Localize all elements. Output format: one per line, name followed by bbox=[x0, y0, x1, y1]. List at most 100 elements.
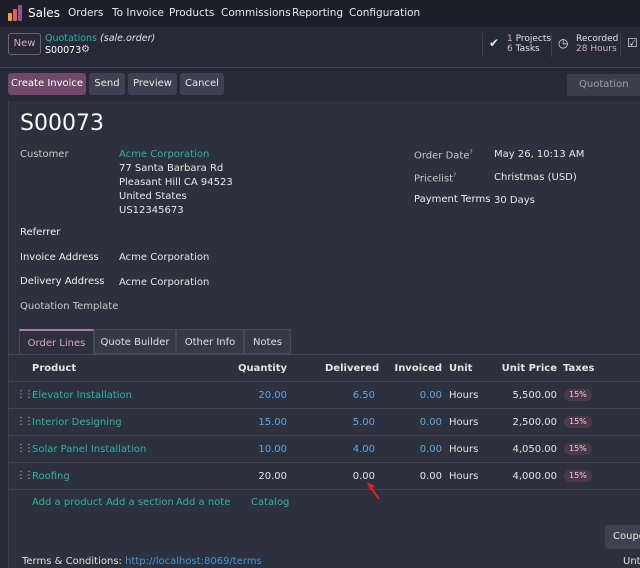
add-note-link[interactable]: Add a note bbox=[176, 497, 230, 508]
arrow-head bbox=[367, 482, 375, 490]
tasks-label: Tasks bbox=[515, 44, 540, 54]
address-line1: 77 Santa Barbara Rd bbox=[119, 163, 224, 174]
tax-badge[interactable]: 15% bbox=[564, 470, 592, 482]
terms-conditions: Terms & Conditions: http://localhost:806… bbox=[22, 556, 262, 567]
breadcrumb: Quotations (sale.order) bbox=[45, 33, 155, 44]
drag-handle-icon[interactable]: ⋮⋮ bbox=[16, 470, 34, 481]
order-lines-table: Product Quantity Delivered Invoiced Unit… bbox=[9, 354, 640, 490]
catalog-link[interactable]: Catalog bbox=[251, 497, 289, 508]
drag-handle-icon[interactable]: ⋮⋮ bbox=[16, 443, 34, 454]
add-product-link[interactable]: Add a product bbox=[32, 497, 102, 508]
pricelist-field[interactable]: Christmas (USD) bbox=[494, 172, 577, 183]
quantity-cell[interactable]: 20.00 bbox=[237, 390, 287, 401]
cancel-button[interactable]: Cancel bbox=[180, 73, 224, 95]
order-date-field[interactable]: May 26, 10:13 AM bbox=[494, 149, 584, 160]
sales-app-logo-icon[interactable] bbox=[8, 5, 22, 21]
send-button[interactable]: Send bbox=[89, 73, 125, 95]
delivered-cell[interactable]: 6.50 bbox=[325, 390, 375, 401]
tab-notes[interactable]: Notes bbox=[244, 329, 291, 354]
control-panel: New Quotations (sale.order) S00073 ⚙ ✔ 1… bbox=[0, 27, 640, 67]
form-sheet: S00073 Customer Acme Corporation 77 Sant… bbox=[8, 101, 640, 568]
tab-other-info[interactable]: Other Info bbox=[176, 329, 244, 354]
menu-products[interactable]: Products bbox=[169, 7, 214, 19]
recorded-label: Recorded bbox=[576, 34, 619, 44]
product-cell[interactable]: Solar Panel Installation bbox=[32, 444, 146, 455]
terms-label: Terms & Conditions: bbox=[22, 556, 122, 567]
menu-orders[interactable]: Orders bbox=[68, 7, 103, 19]
help-icon[interactable]: ? bbox=[470, 149, 473, 156]
recorded-hours-stat-button[interactable]: ◷ Recorded 28 Hours bbox=[551, 33, 620, 57]
unit-price-cell[interactable]: 4,050.00 bbox=[499, 444, 557, 455]
header-unit[interactable]: Unit bbox=[449, 363, 472, 374]
unit-cell[interactable]: Hours bbox=[449, 471, 478, 482]
new-button[interactable]: New bbox=[8, 33, 41, 55]
menu-to-invoice[interactable]: To Invoice bbox=[112, 7, 164, 19]
terms-link[interactable]: http://localhost:8069/terms bbox=[125, 556, 262, 567]
header-quantity[interactable]: Quantity bbox=[237, 363, 287, 374]
tasks-count: 6 bbox=[507, 44, 513, 54]
table-row[interactable]: ⋮⋮ Elevator Installation 20.00 6.50 0.00… bbox=[9, 382, 640, 409]
help-icon[interactable]: ? bbox=[453, 172, 456, 179]
more-stat-button[interactable]: ☑ bbox=[620, 33, 640, 57]
table-row[interactable]: ⋮⋮ Solar Panel Installation 10.00 4.00 0… bbox=[9, 436, 640, 463]
create-invoice-button[interactable]: Create Invoice bbox=[8, 73, 86, 95]
projects-tasks-stat-button[interactable]: ✔ 1 Projects 6 Tasks bbox=[482, 33, 551, 57]
unit-cell[interactable]: Hours bbox=[449, 444, 478, 455]
header-delivered[interactable]: Delivered bbox=[325, 363, 379, 374]
header-taxes[interactable]: Taxes bbox=[563, 363, 594, 374]
tax-badge[interactable]: 15% bbox=[564, 443, 592, 455]
table-row[interactable]: ⋮⋮ Interior Designing 15.00 5.00 0.00 Ho… bbox=[9, 409, 640, 436]
payment-terms-field[interactable]: 30 Days bbox=[494, 195, 535, 206]
drag-handle-icon[interactable]: ⋮⋮ bbox=[16, 416, 34, 427]
checkbox-icon: ☑ bbox=[627, 36, 638, 50]
menu-configuration[interactable]: Configuration bbox=[349, 7, 420, 19]
invoiced-cell[interactable]: 0.00 bbox=[392, 444, 442, 455]
unit-cell[interactable]: Hours bbox=[449, 417, 478, 428]
add-section-link[interactable]: Add a section bbox=[106, 497, 174, 508]
gear-icon[interactable]: ⚙ bbox=[81, 44, 90, 55]
header-unit-price[interactable]: Unit Price bbox=[499, 363, 557, 374]
invoice-address-field[interactable]: Acme Corporation bbox=[119, 252, 209, 263]
header-product[interactable]: Product bbox=[32, 363, 76, 374]
delivered-cell[interactable]: 4.00 bbox=[325, 444, 375, 455]
product-cell[interactable]: Elevator Installation bbox=[32, 390, 132, 401]
app-name[interactable]: Sales bbox=[28, 6, 60, 20]
quantity-cell[interactable]: 20.00 bbox=[237, 471, 287, 482]
drag-handle-icon[interactable]: ⋮⋮ bbox=[16, 389, 34, 400]
menu-commissions[interactable]: Commissions bbox=[221, 7, 291, 19]
unit-cell[interactable]: Hours bbox=[449, 390, 478, 401]
invoiced-cell[interactable]: 0.00 bbox=[392, 417, 442, 428]
top-navbar: Sales Orders To Invoice Products Commiss… bbox=[0, 0, 640, 27]
quantity-cell[interactable]: 15.00 bbox=[237, 417, 287, 428]
unit-price-cell[interactable]: 2,500.00 bbox=[499, 417, 557, 428]
unit-price-cell[interactable]: 4,000.00 bbox=[499, 471, 557, 482]
invoiced-cell[interactable]: 0.00 bbox=[392, 390, 442, 401]
product-cell[interactable]: Roofing bbox=[32, 471, 70, 482]
unit-price-cell[interactable]: 5,500.00 bbox=[499, 390, 557, 401]
tax-badge[interactable]: 15% bbox=[564, 416, 592, 428]
annotation-arrow-icon bbox=[367, 482, 380, 500]
customer-field[interactable]: Acme Corporation bbox=[119, 149, 209, 160]
pricelist-label: Pricelist? bbox=[414, 172, 457, 185]
status-quotation[interactable]: Quotation bbox=[567, 74, 640, 96]
tax-badge[interactable]: 15% bbox=[564, 389, 592, 401]
breadcrumb-quotations[interactable]: Quotations bbox=[45, 33, 97, 44]
address-country: United States bbox=[119, 191, 187, 202]
preview-button[interactable]: Preview bbox=[128, 73, 177, 95]
coupon-button[interactable]: Coupo bbox=[605, 525, 640, 549]
product-cell[interactable]: Interior Designing bbox=[32, 417, 122, 428]
tab-order-lines[interactable]: Order Lines bbox=[19, 329, 94, 354]
payment-terms-label: Payment Terms bbox=[414, 194, 491, 205]
invoiced-cell[interactable]: 0.00 bbox=[392, 471, 442, 482]
header-invoiced[interactable]: Invoiced bbox=[392, 363, 442, 374]
table-row[interactable]: ⋮⋮ Roofing 20.00 0.00 0.00 Hours 4,000.0… bbox=[9, 463, 640, 490]
delivery-address-label: Delivery Address bbox=[20, 276, 105, 287]
tab-quote-builder[interactable]: Quote Builder bbox=[94, 329, 176, 354]
delivery-address-field[interactable]: Acme Corporation bbox=[119, 277, 209, 288]
clock-icon: ◷ bbox=[558, 36, 569, 50]
quotation-template-label: Quotation Template bbox=[20, 301, 119, 312]
delivered-cell[interactable]: 5.00 bbox=[325, 417, 375, 428]
quantity-cell[interactable]: 10.00 bbox=[237, 444, 287, 455]
menu-reporting[interactable]: Reporting bbox=[292, 7, 343, 19]
untaxed-amount-label: Unta bbox=[623, 556, 640, 567]
